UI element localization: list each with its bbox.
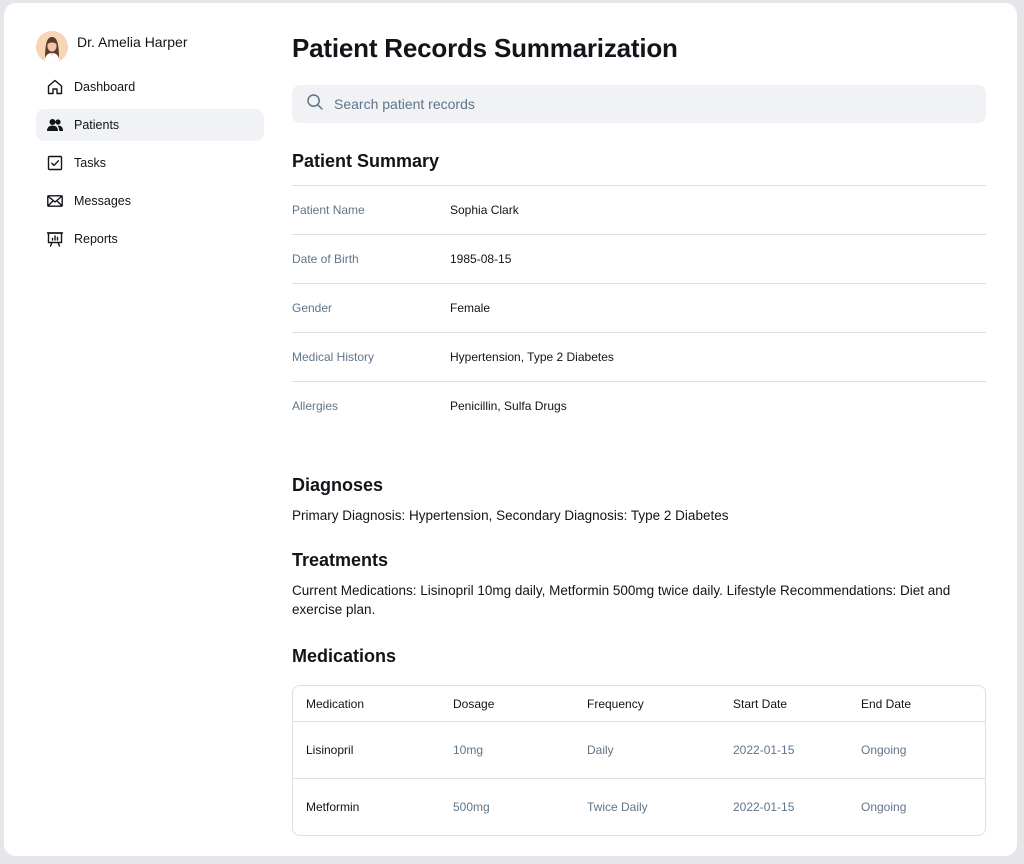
table-row: Metformin 500mg Twice Daily 2022-01-15 O…	[293, 779, 985, 836]
summary-row-patient-name: Patient Name Sophia Clark	[292, 186, 986, 235]
medications-heading: Medications	[292, 646, 397, 666]
table-row: Lisinopril 10mg Daily 2022-01-15 Ongoing	[293, 721, 985, 779]
checkbox-icon	[46, 154, 64, 172]
summary-row-medical-history: Medical History Hypertension, Type 2 Dia…	[292, 333, 986, 382]
sidebar-item-reports[interactable]: Reports	[36, 223, 264, 255]
cell-start-date: 2022-01-15	[720, 721, 848, 779]
cell-frequency: Twice Daily	[587, 800, 648, 814]
sidebar-item-label: Tasks	[74, 156, 106, 170]
envelope-icon	[46, 192, 64, 210]
column-header-end-date: End Date	[848, 686, 985, 722]
cell-dosage: 10mg	[440, 721, 574, 779]
cell-medication: Metformin	[306, 800, 360, 814]
sidebar-item-label: Messages	[74, 194, 131, 208]
column-header-dosage: Dosage	[440, 686, 574, 722]
medications-table: Medication Dosage Frequency Start Date E…	[292, 685, 986, 836]
sidebar-item-label: Patients	[74, 118, 120, 132]
summary-label: Patient Name	[292, 203, 365, 217]
cell-frequency: Daily	[574, 721, 720, 779]
page-title: Patient Records Summarization	[292, 33, 678, 63]
user-profile[interactable]: Dr. Amelia Harper	[36, 29, 264, 65]
summary-label: Date of Birth	[292, 252, 359, 266]
cell-medication: Lisinopril	[293, 721, 440, 779]
summary-value: Hypertension, Type 2 Diabetes	[450, 350, 614, 364]
sidebar-item-patients[interactable]: Patients	[36, 109, 264, 141]
summary-row-date-of-birth: Date of Birth 1985-08-15	[292, 235, 986, 284]
users-icon	[46, 116, 64, 134]
patient-summary-table: Patient Name Sophia Clark Date of Birth …	[292, 185, 986, 430]
diagnoses-text: Primary Diagnosis: Hypertension, Seconda…	[292, 508, 729, 523]
sidebar-item-tasks[interactable]: Tasks	[36, 147, 264, 179]
cell-start-date: 2022-01-15	[733, 800, 795, 814]
column-header-medication: Medication	[293, 686, 440, 722]
app-window: Dr. Amelia Harper Dashboard Patients Tas…	[4, 3, 1017, 856]
diagnoses-heading: Diagnoses	[292, 475, 384, 495]
summary-label: Gender	[292, 301, 333, 315]
sidebar-item-messages[interactable]: Messages	[36, 185, 264, 217]
sidebar-item-label: Reports	[74, 232, 118, 246]
sidebar: Dr. Amelia Harper Dashboard Patients Tas…	[36, 29, 264, 261]
summary-row-gender: Gender Female	[292, 284, 986, 333]
search-bar[interactable]	[292, 85, 986, 123]
house-icon	[46, 78, 64, 96]
table-header-row: Medication Dosage Frequency Start Date E…	[293, 686, 985, 722]
search-input[interactable]	[332, 95, 956, 113]
summary-value: Sophia Clark	[450, 203, 519, 217]
sidebar-item-dashboard[interactable]: Dashboard	[36, 71, 264, 103]
cell-dosage: 500mg	[453, 800, 490, 814]
user-name: Dr. Amelia Harper	[77, 34, 188, 50]
summary-row-allergies: Allergies Penicillin, Sulfa Drugs	[292, 382, 986, 430]
summary-label: Allergies	[292, 399, 339, 413]
patient-summary-heading: Patient Summary	[292, 151, 440, 171]
treatments-heading: Treatments	[292, 550, 389, 570]
sidebar-item-label: Dashboard	[74, 80, 136, 94]
avatar	[36, 31, 68, 63]
summary-value: Female	[450, 301, 491, 315]
main-content: Patient Records Summarization Patient Su…	[292, 29, 986, 836]
column-header-frequency: Frequency	[574, 686, 720, 722]
cell-end-date: Ongoing	[848, 721, 985, 779]
sidebar-nav: Dashboard Patients Tasks Messages Report…	[36, 71, 264, 255]
summary-label: Medical History	[292, 350, 375, 364]
presentation-chart-icon	[46, 230, 64, 248]
summary-value: Penicillin, Sulfa Drugs	[450, 399, 567, 413]
cell-end-date: Ongoing	[861, 800, 907, 814]
summary-value: 1985-08-15	[450, 252, 512, 266]
column-header-start-date: Start Date	[720, 686, 848, 722]
search-icon	[306, 93, 324, 116]
treatments-text: Current Medications: Lisinopril 10mg dai…	[292, 583, 951, 617]
